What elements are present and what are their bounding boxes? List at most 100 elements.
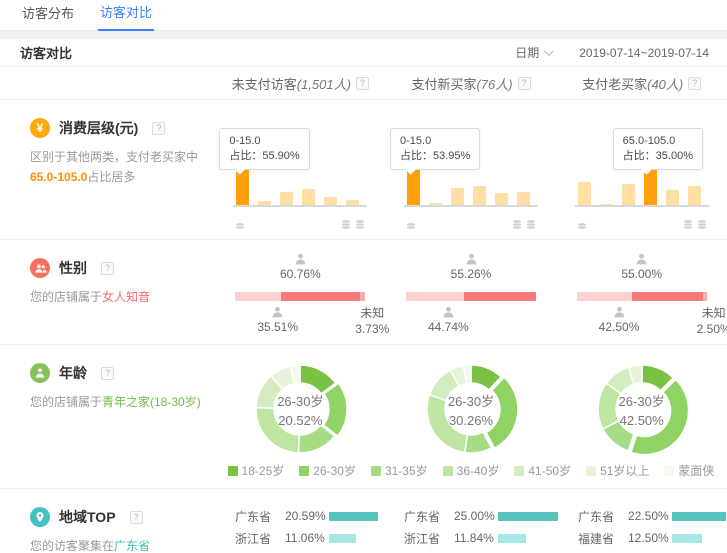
male-icon <box>612 305 627 319</box>
coins-high-icon <box>511 218 537 230</box>
column-header-label: 支付新买家 <box>411 74 476 93</box>
coins-high-icon <box>682 218 708 230</box>
legend-swatch <box>371 466 381 476</box>
help-icon[interactable]: ? <box>688 77 701 90</box>
consumption-bar-chart[interactable]: 0-15.0 占比：55.90% <box>233 128 367 232</box>
person-icon <box>30 363 50 383</box>
consumption-bar-chart[interactable]: 0-15.0 占比：53.95% <box>404 128 538 232</box>
column-header-unpaid: 未支付访客(1,501人)? <box>215 74 386 93</box>
gender-title: 性别 <box>59 258 87 278</box>
region-row: 广东省 22.50% <box>578 505 727 527</box>
page-background-gap <box>0 31 727 39</box>
legend-swatch <box>514 466 524 476</box>
x-axis <box>575 205 709 207</box>
female-share: 60.76% <box>235 252 365 281</box>
female-share: 55.26% <box>406 252 536 281</box>
legend-item[interactable]: 41-50岁 <box>514 462 571 479</box>
legend-item[interactable]: 36-40岁 <box>443 462 500 479</box>
region-row: 浙江省 11.84% <box>404 527 558 549</box>
consumption-desc-suffix: 占比居多 <box>87 170 135 184</box>
region-bar-list[interactable]: 广东省 20.59% 浙江省 11.06% <box>235 505 384 553</box>
coins-low-icon <box>405 218 417 230</box>
female-icon <box>464 252 479 266</box>
region-row: 福建省 12.50% <box>578 527 727 549</box>
help-icon[interactable]: ? <box>152 122 165 135</box>
consumption-col-new: 0-15.0 占比：53.95% <box>386 100 557 239</box>
tab-visitor-distribution[interactable]: 访客分布 <box>20 3 76 30</box>
top-tab-bar: 访客分布 访客对比 <box>0 0 727 31</box>
legend-swatch <box>228 466 238 476</box>
help-icon[interactable]: ? <box>130 511 143 524</box>
x-axis <box>404 205 538 207</box>
coins-low-icon <box>576 218 588 230</box>
consumption-desc: 区别于其他两类，支付老买家中 65.0-105.0占比居多 <box>30 147 207 187</box>
row-gender: 性别 ? 您的店铺属于女人知音 60.76% 35.51% <box>0 240 727 345</box>
panel-header: 访客对比 日期 2019-07-14~2019-07-14 <box>0 39 727 67</box>
region-desc: 您的访客聚集在广东省 <box>30 536 207 553</box>
column-header-count: (76人) <box>476 74 512 93</box>
legend-swatch <box>299 466 309 476</box>
row-age: 年龄 ? 您的店铺属于青年之家(18-30岁) 26-30岁 20.52% <box>0 345 727 489</box>
female-share: 55.00% <box>577 252 707 281</box>
region-bar-list[interactable]: 广东省 22.50% 福建省 12.50% <box>578 505 727 553</box>
age-title: 年龄 <box>59 363 87 383</box>
legend-item[interactable]: 蒙面侠 <box>664 462 714 479</box>
visitor-compare-page: 访客分布 访客对比 访客对比 日期 2019-07-14~2019-07-14 … <box>0 0 727 553</box>
consumption-desc-line1: 区别于其他两类，支付老买家中 <box>30 150 198 164</box>
male-icon <box>441 305 456 319</box>
consumption-col-unpaid: 0-15.0 占比：55.90% <box>215 100 386 239</box>
region-row: 浙江省 11.06% <box>235 527 384 549</box>
gender-stacked-bar[interactable]: 55.26% 44.74% 未知 <box>406 252 536 340</box>
help-icon[interactable]: ? <box>101 262 114 275</box>
age-donut-chart[interactable]: 26-30岁 30.26% <box>421 359 521 459</box>
female-icon <box>293 252 308 266</box>
date-type-label: 日期 <box>515 44 539 61</box>
legend-item[interactable]: 18-25岁 <box>228 462 285 479</box>
chart-tooltip: 0-15.0 占比：55.90% <box>219 128 309 170</box>
region-bar-list[interactable]: 广东省 25.00% 浙江省 11.84% <box>404 505 558 553</box>
region-col-old: 广东省 22.50% 福建省 12.50% <box>558 489 727 553</box>
gender-stacked-bar[interactable]: 55.00% 42.50% 未知 2.50% <box>577 252 707 340</box>
age-col-old: 26-30岁 42.50% <box>556 345 727 459</box>
age-donut-chart[interactable]: 26-30岁 42.50% <box>592 359 692 459</box>
gender-desc: 您的店铺属于女人知音 <box>30 287 207 307</box>
chart-tooltip: 65.0-105.0 占比：35.00% <box>613 128 703 170</box>
gender-stacked-bar[interactable]: 60.76% 35.51% 未知 3.73% <box>235 252 365 340</box>
date-range-picker[interactable]: 2019-07-14~2019-07-14 <box>579 46 709 60</box>
legend-item[interactable]: 31-35岁 <box>371 462 428 479</box>
header-right: 日期 2019-07-14~2019-07-14 <box>515 44 709 61</box>
male-share: 44.74% <box>428 305 469 334</box>
region-row-partial <box>404 549 558 553</box>
male-icon <box>270 305 285 319</box>
unknown-share: 未知 3.73% <box>355 305 389 337</box>
column-header-label: 未支付访客 <box>232 74 297 93</box>
date-type-dropdown[interactable]: 日期 <box>515 44 551 61</box>
currency-yen-icon: ¥ <box>30 118 50 138</box>
help-icon[interactable]: ? <box>356 77 369 90</box>
column-header-label: 支付老买家 <box>582 74 647 93</box>
gender-label-block: 性别 ? 您的店铺属于女人知音 <box>0 240 215 344</box>
tab-visitor-compare[interactable]: 访客对比 <box>98 2 154 31</box>
gender-col-unpaid: 60.76% 35.51% 未知 3.73% <box>215 240 386 344</box>
legend-swatch <box>586 466 596 476</box>
coins-low-icon <box>234 218 246 230</box>
age-col-new: 26-30岁 30.26% <box>386 345 557 459</box>
row-consumption-level: ¥ 消费层级(元) ? 区别于其他两类，支付老买家中 65.0-105.0占比居… <box>0 100 727 240</box>
unknown-share: 未知 2.50% <box>697 305 727 337</box>
region-col-unpaid: 广东省 20.59% 浙江省 11.06% <box>215 489 384 553</box>
age-label-block: 年龄 ? 您的店铺属于青年之家(18-30岁) <box>0 345 215 459</box>
column-header-row: 未支付访客(1,501人)? 支付新买家(76人)? 支付老买家(40人)? <box>0 67 727 100</box>
region-row: 广东省 20.59% <box>235 505 384 527</box>
column-header-old-buyers: 支付老买家(40人)? <box>556 74 727 93</box>
column-header-count: (1,501人) <box>297 74 351 93</box>
people-icon <box>30 258 50 278</box>
legend-item[interactable]: 51岁以上 <box>586 462 649 479</box>
help-icon[interactable]: ? <box>101 367 114 380</box>
legend-item[interactable]: 26-30岁 <box>299 462 356 479</box>
age-donut-chart[interactable]: 26-30岁 20.52% <box>250 359 350 459</box>
consumption-desc-highlight: 65.0-105.0 <box>30 170 87 184</box>
chevron-down-icon <box>544 46 554 56</box>
consumption-bar-chart[interactable]: 65.0-105.0 占比：35.00% <box>575 128 709 232</box>
help-icon[interactable]: ? <box>518 77 531 90</box>
gender-col-old: 55.00% 42.50% 未知 2.50% <box>556 240 727 344</box>
